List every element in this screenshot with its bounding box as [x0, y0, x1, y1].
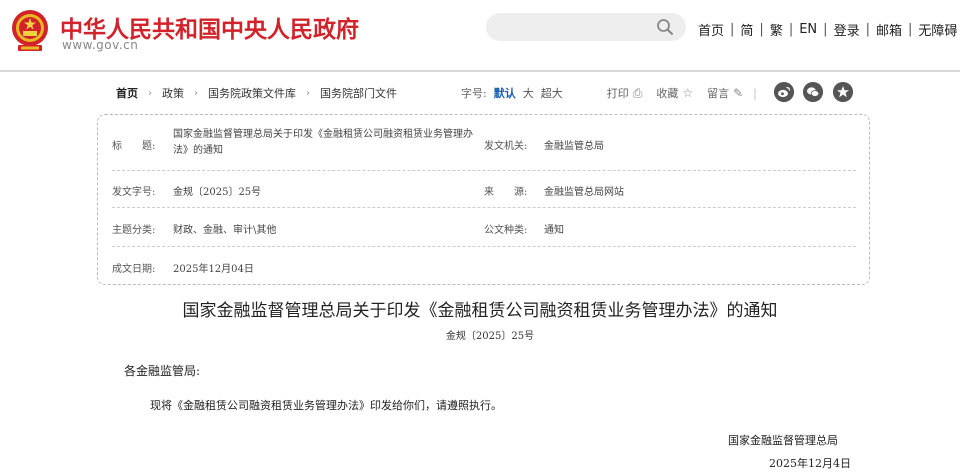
article-tools: 字号: 默认 大 超大 打印 ⎙ 收藏 ☆ 留言 ✎ |: [461, 84, 765, 102]
national-emblem-icon[interactable]: [10, 8, 50, 52]
meta-row-title: 标 题: 国家金融监督管理总局关于印发《金融租赁公司融资租赁业务管理办法》的通知…: [112, 125, 856, 171]
breadcrumb-home[interactable]: 首页: [116, 85, 138, 101]
chevron-right-icon: ›: [306, 87, 310, 99]
site-header: 中华人民共和国中央人民政府 www.gov.cn 首页 | 简 | 繁 | EN…: [0, 0, 960, 70]
chevron-right-icon: ›: [194, 87, 198, 99]
meta-docno-value: 金规〔2025〕25号: [173, 187, 262, 198]
weibo-icon[interactable]: [774, 82, 794, 102]
font-size-label: 字号:: [461, 87, 487, 100]
document-meta-box: 标 题: 国家金融监督管理总局关于印发《金融租赁公司融资租赁业务管理办法》的通知…: [97, 114, 870, 285]
nav-separator: |: [730, 22, 735, 37]
document-title: 国家金融监督管理总局关于印发《金融租赁公司融资租赁业务管理办法》的通知: [182, 301, 778, 321]
nav-accessibility-link[interactable]: 无障碍: [918, 20, 957, 39]
nav-traditional-link[interactable]: 繁: [770, 20, 783, 39]
document-body: 现将《金融租赁公司融资租赁业务管理办法》印发给你们，请遵照执行。: [150, 399, 502, 412]
meta-source-label: 来 源:: [484, 187, 528, 198]
print-button[interactable]: 打印: [607, 85, 629, 101]
chevron-right-icon: ›: [148, 87, 152, 99]
meta-topic-value: 财政、金融、审计\其他: [173, 225, 277, 236]
meta-title-label: 标 题:: [112, 141, 156, 152]
meta-docno-label: 发文字号:: [112, 187, 156, 198]
breadcrumb-policy[interactable]: 政策: [162, 85, 184, 101]
document-salutation: 各金融监管局:: [124, 364, 201, 378]
nav-english-link[interactable]: EN: [799, 22, 817, 37]
nav-login-link[interactable]: 登录: [834, 20, 860, 39]
nav-separator: |: [907, 22, 913, 37]
site-domain: www.gov.cn: [62, 38, 139, 52]
nav-separator: |: [759, 22, 764, 37]
meta-row-topic: 主题分类: 财政、金融、审计\其他 公文种类: 通知: [112, 208, 856, 247]
nav-simplified-link[interactable]: 简: [740, 20, 753, 39]
printer-icon[interactable]: ⎙: [633, 86, 643, 101]
nav-separator: |: [865, 22, 870, 37]
font-size-large[interactable]: 大: [523, 85, 534, 101]
font-size-xlarge[interactable]: 超大: [541, 85, 563, 101]
font-size-default[interactable]: 默认: [494, 85, 516, 101]
breadcrumb-department-docs[interactable]: 国务院部门文件: [320, 85, 397, 101]
star-share-icon[interactable]: [833, 82, 853, 102]
pencil-icon[interactable]: ✎: [733, 86, 743, 100]
search-icon[interactable]: [656, 18, 674, 36]
meta-source-value: 金融监管总局网站: [544, 187, 624, 198]
meta-row-date: 成文日期: 2025年12月04日: [112, 247, 856, 281]
meta-title-value: 国家金融监督管理总局关于印发《金融租赁公司融资租赁业务管理办法》的通知: [173, 129, 473, 156]
meta-date-value: 2025年12月04日: [173, 264, 254, 275]
comment-button[interactable]: 留言: [707, 85, 729, 101]
meta-issuer-value: 金融监管总局: [544, 141, 604, 152]
nav-mail-link[interactable]: 邮箱: [876, 20, 902, 39]
tools-separator: |: [753, 86, 757, 100]
nav-separator: |: [788, 22, 794, 37]
meta-date-label: 成文日期:: [112, 264, 156, 275]
wechat-icon[interactable]: [803, 82, 823, 102]
meta-row-docno: 发文字号: 金规〔2025〕25号 来 源: 金融监管总局网站: [112, 171, 856, 208]
meta-doctype-label: 公文种类:: [484, 225, 528, 236]
document-number: 金规〔2025〕25号: [445, 331, 535, 342]
top-nav: 首页 | 简 | 繁 | EN | 登录 | 邮箱 | 无障碍: [698, 20, 957, 39]
document-date: 2025年12月4日: [769, 457, 851, 470]
header-divider: [0, 70, 960, 72]
nav-separator: |: [823, 22, 828, 37]
meta-issuer-label: 发文机关:: [484, 141, 528, 152]
document-signer: 国家金融监督管理总局: [728, 434, 838, 447]
search-input[interactable]: [486, 13, 686, 41]
breadcrumb-policy-library[interactable]: 国务院政策文件库: [208, 85, 296, 101]
favorite-button[interactable]: 收藏: [656, 85, 678, 101]
nav-home-link[interactable]: 首页: [698, 20, 724, 39]
meta-doctype-value: 通知: [544, 225, 564, 236]
meta-topic-label: 主题分类:: [112, 225, 156, 236]
star-outline-icon[interactable]: ☆: [682, 86, 693, 100]
